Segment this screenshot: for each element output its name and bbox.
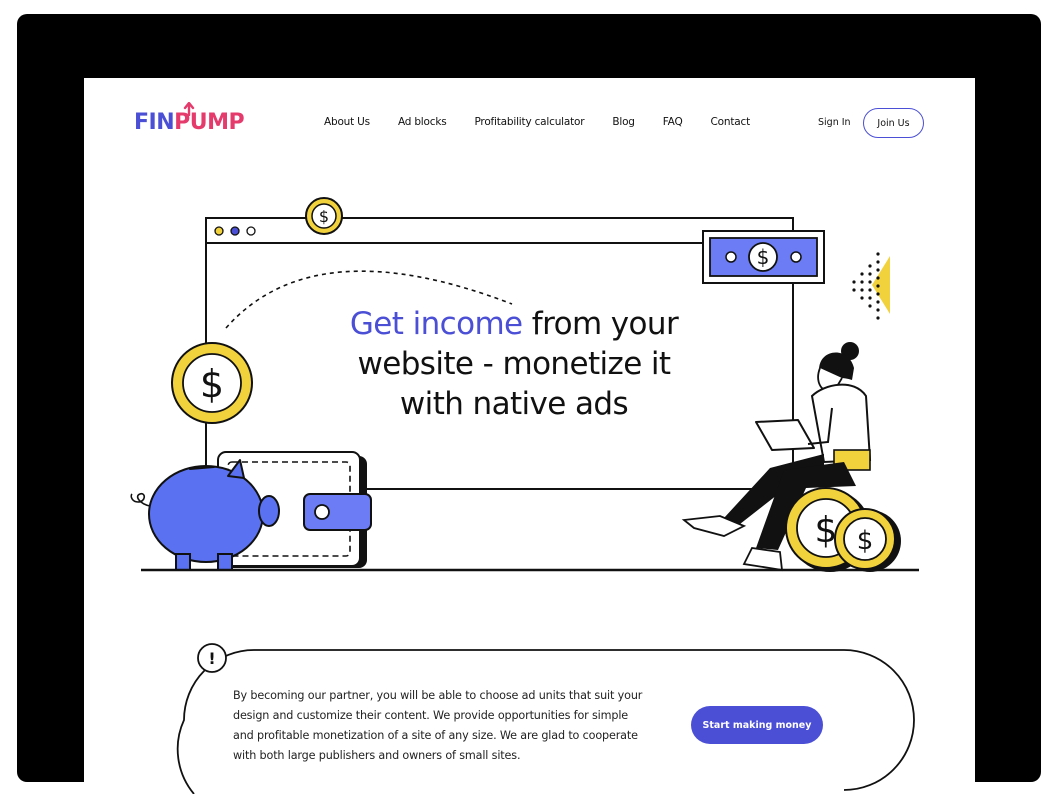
banknote-icon: $	[702, 230, 825, 284]
website-screen: FINPUMP About Us Ad blocks Profitability…	[84, 78, 975, 794]
headline-part-1: from your	[531, 306, 679, 342]
exclamation-badge-icon: !	[197, 643, 227, 673]
partner-description: By becoming our partner, you will be abl…	[233, 689, 643, 762]
svg-text:!: !	[208, 649, 215, 668]
headline-accent: Get income	[349, 306, 523, 342]
svg-text:$: $	[757, 245, 770, 269]
coin-stack-icon: $ $	[785, 487, 901, 572]
svg-text:$: $	[857, 526, 874, 556]
svg-text:$: $	[200, 362, 224, 406]
start-making-money-button[interactable]: Start making money	[691, 706, 823, 744]
headline-line-3: with native ads	[399, 386, 629, 422]
large-coin-icon: $	[171, 342, 253, 424]
dots-decoration	[852, 252, 890, 320]
hero-headline: Get income from your website - monetize …	[274, 304, 754, 424]
small-coin-icon: $	[305, 197, 343, 235]
svg-text:$: $	[319, 207, 329, 226]
svg-text:$: $	[815, 510, 838, 551]
headline-line-2: website - monetize it	[357, 346, 671, 382]
